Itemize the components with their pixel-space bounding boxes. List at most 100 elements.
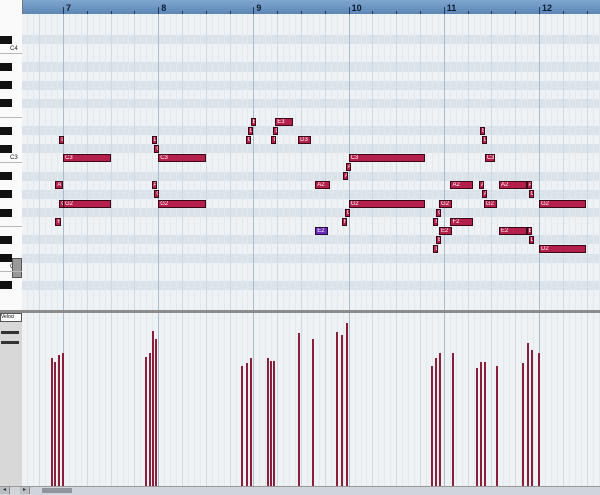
midi-note[interactable]: E2: [439, 226, 453, 235]
midi-note[interactable]: F: [433, 217, 439, 226]
black-key[interactable]: [0, 254, 12, 263]
velocity-bar[interactable]: [438, 352, 441, 486]
midi-note[interactable]: D: [151, 135, 157, 144]
midi-note[interactable]: G2: [348, 199, 425, 208]
velocity-bar[interactable]: [312, 338, 315, 486]
midi-note[interactable]: D: [528, 235, 534, 244]
midi-note[interactable]: G2: [539, 199, 586, 208]
velocity-bar[interactable]: [54, 362, 57, 486]
midi-note[interactable]: A: [526, 181, 532, 190]
midi-note[interactable]: F: [55, 217, 62, 226]
midi-note[interactable]: D: [247, 126, 253, 135]
midi-note[interactable]: A2: [499, 181, 527, 190]
velocity-bar[interactable]: [336, 332, 339, 486]
midi-note[interactable]: G2: [483, 199, 498, 208]
velocity-bar[interactable]: [483, 362, 486, 486]
midi-note[interactable]: D2: [539, 245, 586, 253]
timeline-ruler[interactable]: 7 8 9 10 11 12: [22, 0, 600, 15]
velocity-bar[interactable]: [50, 357, 53, 486]
midi-note[interactable]: E2: [499, 226, 527, 235]
midi-note[interactable]: F: [341, 217, 347, 226]
velocity-bar[interactable]: [452, 352, 455, 486]
midi-note[interactable]: G: [59, 199, 65, 208]
midi-note[interactable]: G2: [439, 199, 453, 208]
midi-note[interactable]: G2: [158, 199, 206, 208]
black-key[interactable]: [0, 144, 12, 153]
controller-select[interactable]: Veloci: [0, 313, 22, 322]
black-key[interactable]: [0, 126, 12, 135]
midi-note[interactable]: C: [245, 135, 251, 144]
midi-note[interactable]: D: [59, 135, 65, 144]
midi-note[interactable]: A: [151, 181, 157, 190]
velocity-bar[interactable]: [270, 360, 273, 486]
velocity-bar[interactable]: [266, 357, 269, 486]
black-key[interactable]: [0, 99, 12, 108]
black-key[interactable]: [0, 208, 12, 217]
velocity-bar[interactable]: [435, 357, 438, 486]
midi-note[interactable]: C3: [484, 154, 496, 162]
midi-note[interactable]: G: [436, 208, 442, 217]
velocity-bar[interactable]: [476, 367, 479, 486]
midi-note[interactable]: A: [481, 190, 487, 199]
black-key[interactable]: [0, 281, 12, 290]
midi-note[interactable]: A: [55, 181, 63, 190]
midi-note[interactable]: G: [528, 190, 534, 199]
scroll-left-icon[interactable]: ◂: [0, 487, 10, 494]
velocity-bar[interactable]: [273, 360, 276, 486]
velocity-bar[interactable]: [526, 342, 529, 486]
velocity-bar[interactable]: [340, 334, 343, 486]
midi-note[interactable]: E2: [315, 226, 328, 235]
midi-note[interactable]: D: [273, 126, 279, 135]
velocity-bar[interactable]: [240, 366, 243, 486]
midi-note[interactable]: C: [271, 135, 277, 144]
midi-note[interactable]: E: [479, 126, 485, 135]
midi-note[interactable]: C: [154, 144, 160, 153]
velocity-bar[interactable]: [152, 330, 155, 486]
velocity-bar[interactable]: [144, 356, 147, 486]
midi-note[interactable]: D3: [298, 135, 312, 144]
midi-note[interactable]: A: [479, 181, 485, 190]
black-key[interactable]: [0, 81, 12, 90]
velocity-bar[interactable]: [245, 363, 248, 486]
piano-keyboard[interactable]: C4 C3 C2: [0, 0, 23, 310]
velocity-bar[interactable]: [531, 349, 534, 486]
midi-note[interactable]: A: [345, 163, 351, 172]
velocity-bar[interactable]: [479, 362, 482, 486]
black-key[interactable]: [0, 235, 12, 244]
velocity-bar[interactable]: [345, 322, 348, 486]
midi-note[interactable]: D: [433, 245, 439, 253]
midi-note[interactable]: E: [250, 117, 257, 126]
black-key[interactable]: [0, 35, 12, 44]
scroll-right-icon[interactable]: ▸: [20, 487, 30, 494]
midi-note[interactable]: E3: [275, 117, 294, 126]
velocity-bar[interactable]: [148, 352, 151, 486]
black-key[interactable]: [0, 172, 12, 181]
midi-note[interactable]: A: [342, 172, 348, 181]
keyboard-scroll-handle[interactable]: [12, 258, 22, 278]
midi-note[interactable]: G: [154, 190, 160, 199]
midi-note[interactable]: D: [481, 135, 487, 144]
velocity-bar[interactable]: [521, 363, 524, 486]
midi-note[interactable]: C3: [158, 154, 206, 162]
velocity-lane[interactable]: [22, 313, 600, 486]
midi-note[interactable]: C3: [63, 154, 111, 162]
midi-note[interactable]: G: [344, 208, 350, 217]
velocity-bar[interactable]: [496, 366, 499, 486]
black-key[interactable]: [0, 190, 12, 199]
velocity-bar[interactable]: [431, 366, 434, 486]
midi-note[interactable]: C3: [348, 154, 425, 162]
midi-note[interactable]: E: [436, 235, 442, 244]
velocity-bar[interactable]: [249, 357, 252, 486]
midi-note[interactable]: G2: [63, 199, 111, 208]
midi-note[interactable]: E: [526, 226, 532, 235]
velocity-bar[interactable]: [62, 352, 64, 486]
note-grid[interactable]: C3DAG2GFDCC3AGG2EE3DDCCD3C3AAA2G2GFE2EDC…: [22, 14, 600, 310]
velocity-bar[interactable]: [155, 338, 158, 486]
midi-note[interactable]: A2: [450, 181, 474, 190]
midi-note[interactable]: A2: [315, 181, 330, 190]
scroll-thumb[interactable]: [42, 488, 72, 493]
black-key[interactable]: [0, 63, 12, 71]
velocity-bar[interactable]: [298, 333, 301, 486]
velocity-bar[interactable]: [58, 355, 61, 486]
velocity-bar[interactable]: [538, 352, 540, 486]
